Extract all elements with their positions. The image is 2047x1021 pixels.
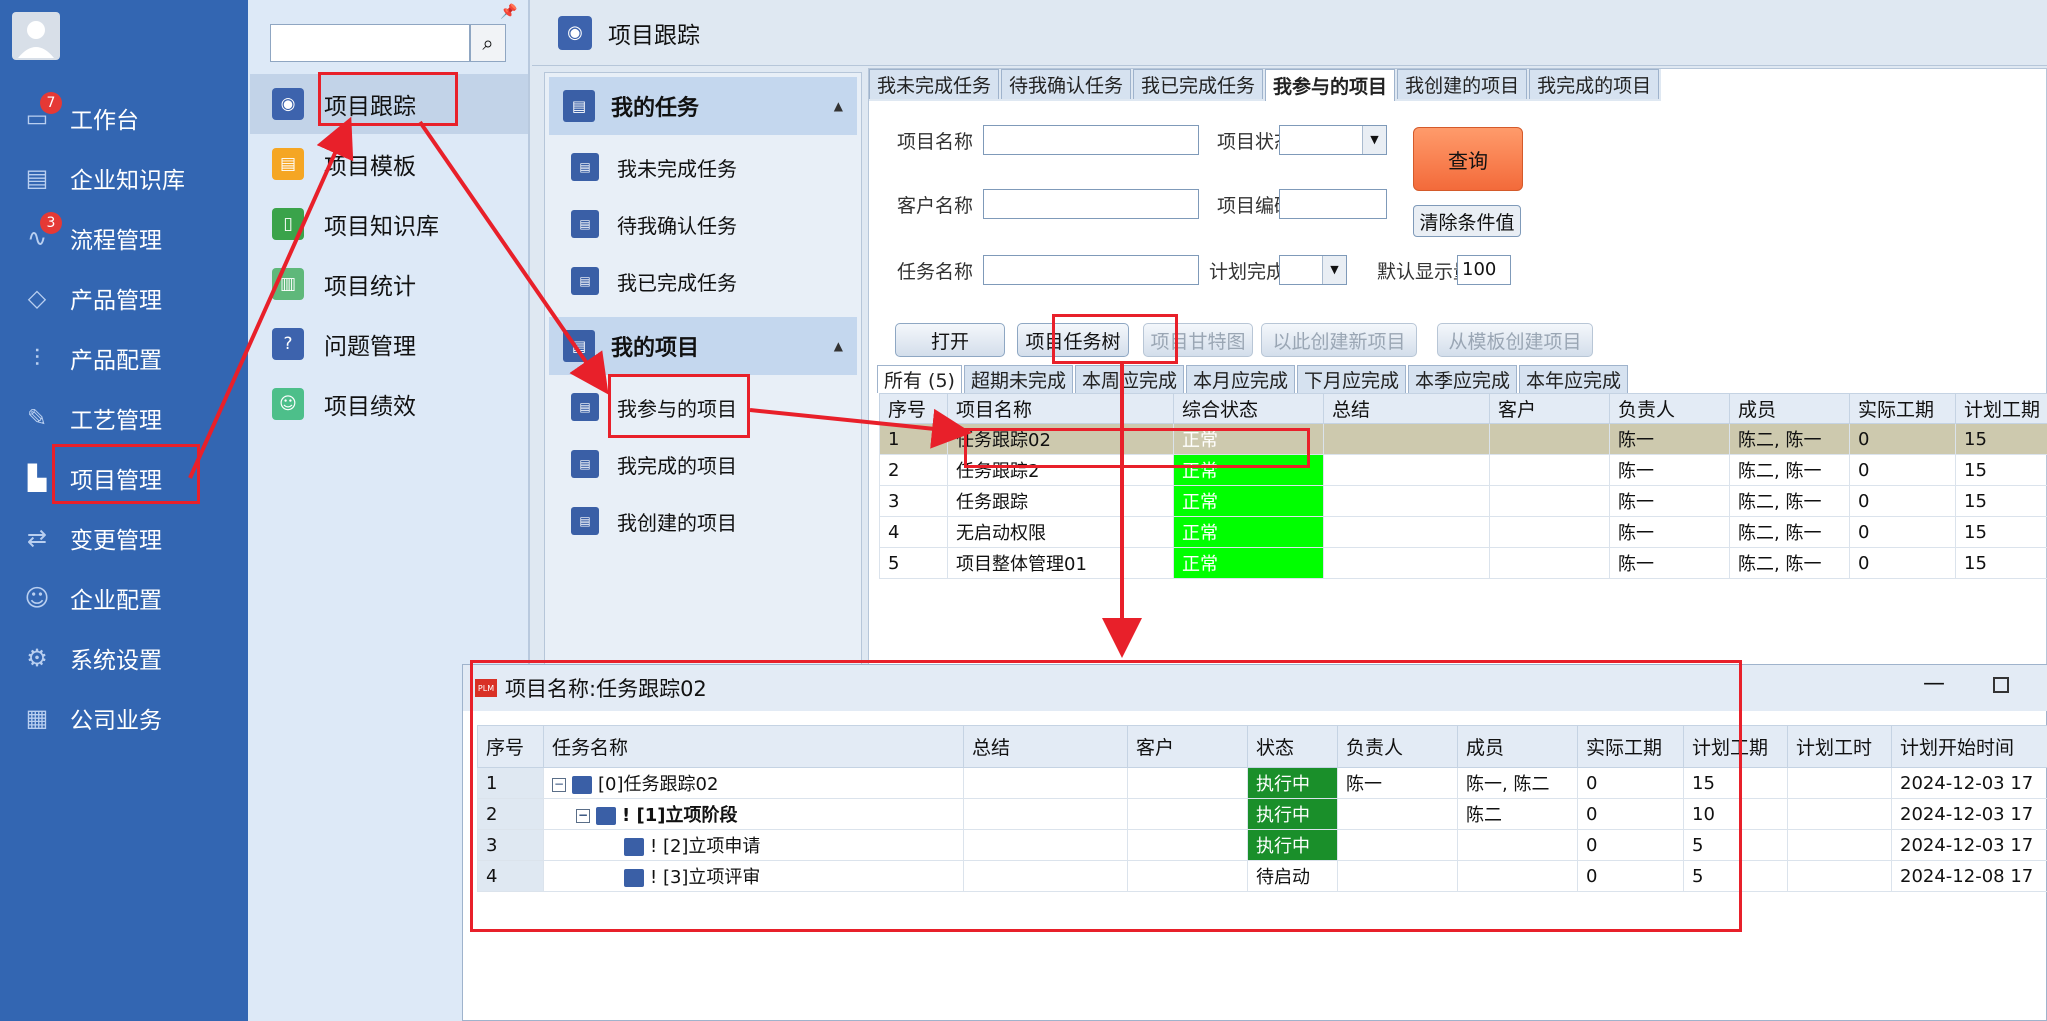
annotation-arrows: [188, 116, 1142, 658]
arrow-participated-to-row: [749, 408, 972, 449]
arrow-tracking-to-participated: [418, 120, 609, 395]
app-window: ▭ 7 工作台 ▤ 企业知识库 ∿ 3 流程管理 ◇ 产品管理 ⫶ 产品配置 ✎ 工艺管理 ▙ 项…: [0, 0, 2047, 1021]
arrow-nav-to-tracking: [188, 116, 354, 479]
